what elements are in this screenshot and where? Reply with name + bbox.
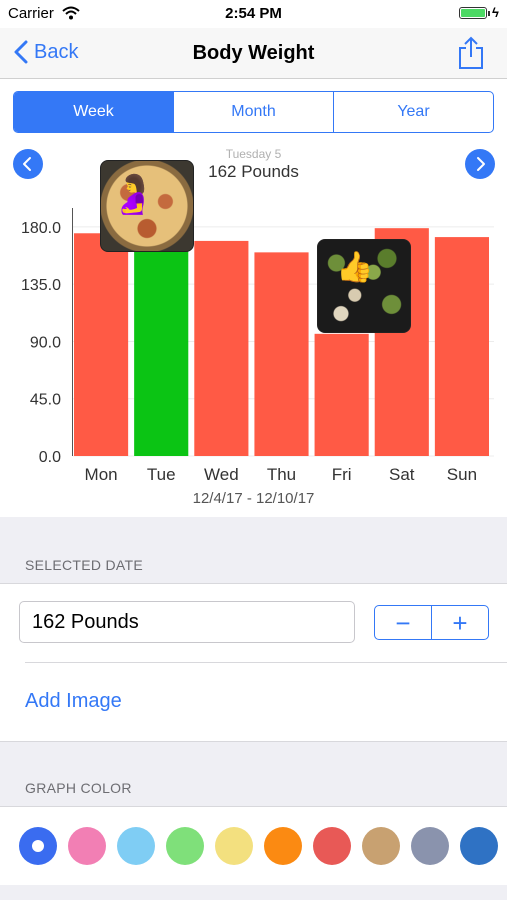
section-background <box>0 885 507 900</box>
color-swatch[interactable] <box>166 827 204 865</box>
battery-nub <box>488 11 490 16</box>
weight-stepper: − + <box>374 605 489 640</box>
bar-sun[interactable] <box>434 237 489 456</box>
weight-value-field[interactable] <box>19 601 355 643</box>
x-tick-label: Sat <box>389 465 415 484</box>
thumbs-up-icon: 👍 <box>336 251 374 284</box>
color-swatch[interactable] <box>264 827 302 865</box>
charging-icon: ϟ <box>492 5 499 20</box>
section-header-selected-date: SELECTED DATE <box>25 557 143 573</box>
color-swatch[interactable] <box>215 827 253 865</box>
increment-button[interactable]: + <box>432 606 488 639</box>
color-swatch[interactable] <box>19 827 57 865</box>
x-tick-label: Sun <box>447 465 477 484</box>
color-swatch[interactable] <box>68 827 106 865</box>
segment-week[interactable]: Week <box>14 92 174 132</box>
segment-month[interactable]: Month <box>174 92 334 132</box>
section-background <box>0 517 507 583</box>
x-tick-label: Fri <box>332 465 352 484</box>
navigation-bar: Back Body Weight <box>0 28 507 79</box>
period-segmented-control: Week Month Year <box>13 91 494 133</box>
divider <box>25 662 507 663</box>
color-swatch[interactable] <box>362 827 400 865</box>
chart-date-range: 12/4/17 - 12/10/17 <box>192 490 315 507</box>
share-icon[interactable] <box>458 36 484 70</box>
bar-wed[interactable] <box>194 240 249 456</box>
section-header-graph-color: GRAPH COLOR <box>25 780 132 796</box>
bar-tue[interactable] <box>134 249 189 456</box>
meal-photo-broccoli[interactable]: 👍 <box>317 239 411 333</box>
y-tick-label: 90.0 <box>30 334 61 351</box>
bar-mon[interactable] <box>74 233 129 456</box>
x-tick-label: Mon <box>85 465 118 484</box>
bar-thu[interactable] <box>254 252 309 456</box>
y-tick-label: 0.0 <box>39 449 61 466</box>
color-swatch[interactable] <box>117 827 155 865</box>
x-tick-label: Wed <box>204 465 239 484</box>
selected-day-label: Tuesday 5 <box>225 147 282 161</box>
selected-day-value: 162 Pounds <box>208 162 299 181</box>
color-swatch[interactable] <box>460 827 498 865</box>
segment-year[interactable]: Year <box>334 92 493 132</box>
x-tick-label: Tue <box>147 465 176 484</box>
status-time: 2:54 PM <box>225 5 282 22</box>
bar-fri[interactable] <box>314 333 369 456</box>
section-background <box>0 741 507 807</box>
weight-bar-chart: 0.0 45.0 90.0 135.0 180.0 Mon Tue Wed Thu Fri Sat S… <box>21 208 494 484</box>
pregnant-woman-icon: 🤰 <box>109 174 157 216</box>
decrement-button[interactable]: − <box>375 606 432 639</box>
y-tick-label: 180.0 <box>21 220 61 237</box>
y-tick-label: 45.0 <box>30 392 61 409</box>
add-image-button[interactable]: Add Image <box>25 690 122 713</box>
battery-icon <box>459 7 487 19</box>
y-tick-label: 135.0 <box>21 277 61 294</box>
color-swatch[interactable] <box>411 827 449 865</box>
meal-photo-pizza[interactable]: 🤰 <box>100 160 194 252</box>
color-swatch[interactable] <box>313 827 351 865</box>
page-title: Body Weight <box>192 42 315 64</box>
x-tick-label: Thu <box>267 465 296 484</box>
status-bar: Carrier 2:54 PM ϟ <box>0 0 507 28</box>
